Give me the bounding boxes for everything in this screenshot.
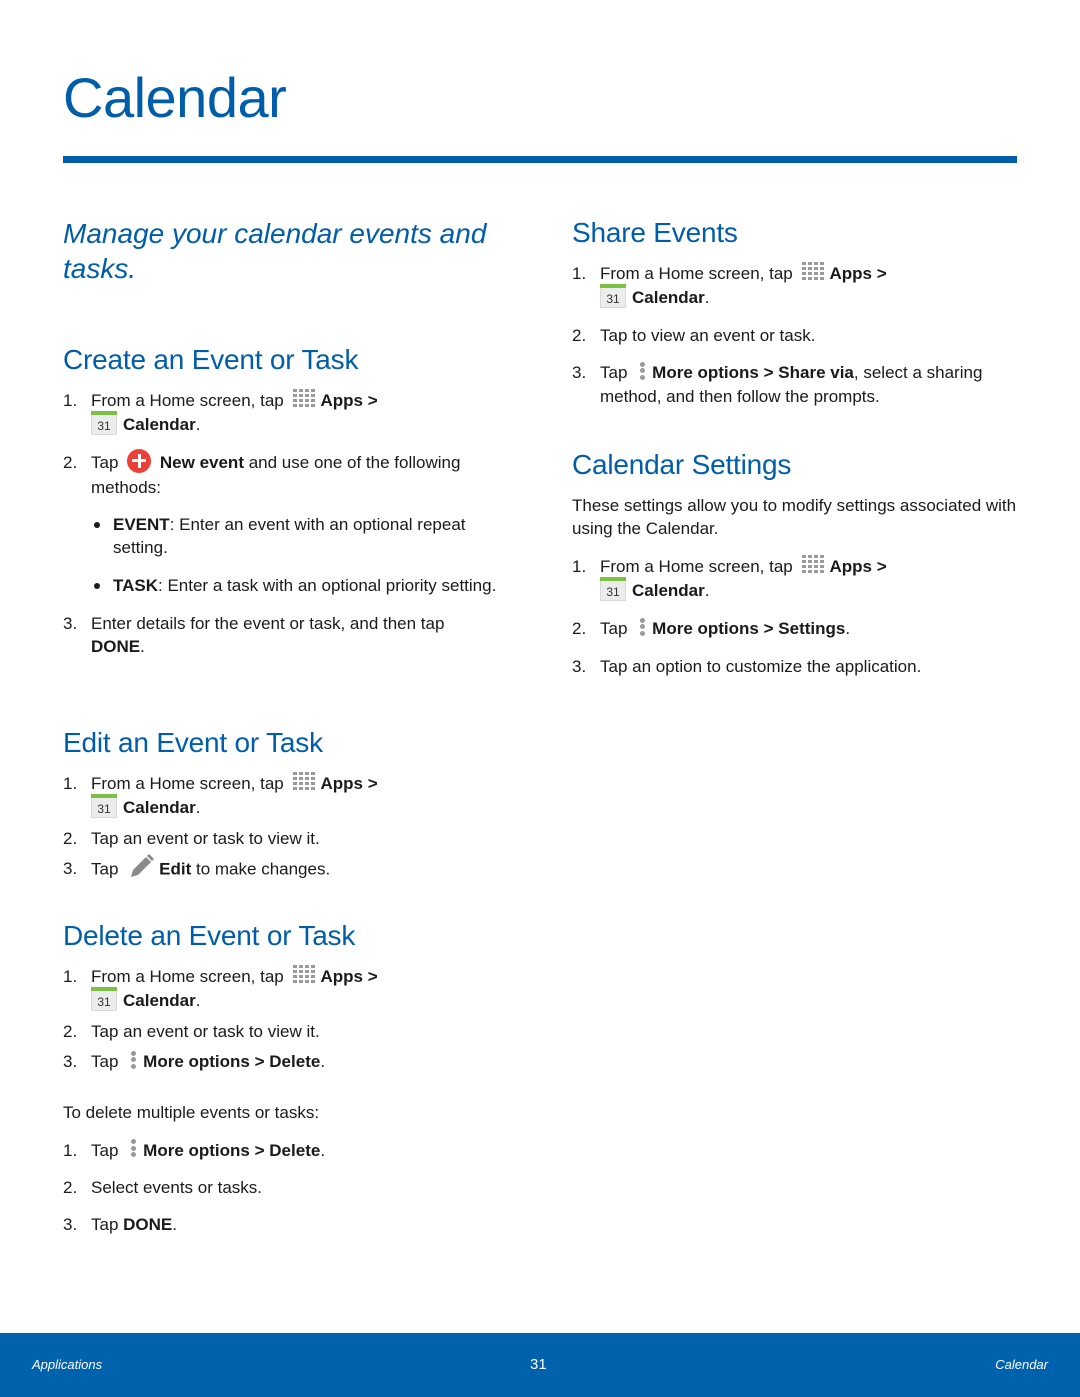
step-item: 3. Tap More options > Delete. (63, 1050, 513, 1074)
section-heading: Delete an Event or Task (63, 920, 356, 951)
step-item: 2. Tap New event and use one of the foll… (63, 448, 513, 597)
method-bullets: EVENT: Enter an event with an optional r… (91, 513, 513, 597)
bullet-item: TASK: Enter a task with an optional prio… (91, 574, 513, 597)
step-item: 3. Tap Edit to make changes. (63, 854, 513, 883)
section-heading: Edit an Event or Task (63, 727, 323, 758)
apps-grid-icon (801, 553, 825, 575)
steps-list: 1. From a Home screen, tap Apps > 31 Cale… (572, 553, 1022, 678)
apps-grid-icon (292, 387, 316, 409)
settings-intro: These settings allow you to modify setti… (572, 496, 1017, 538)
apps-grid-icon (292, 963, 316, 985)
page-intro: Manage your calendar events and tasks. (63, 218, 487, 284)
step-item: 2. Tap to view an event or task. (572, 326, 816, 346)
step-item: 2. Tap an event or task to view it. (63, 1022, 320, 1042)
section-heading: Create an Event or Task (63, 344, 359, 375)
multi-delete-steps: 1. Tap More options > Delete. 2. Select … (63, 1139, 513, 1237)
section-create-event: Create an Event or Task 1. From a Home s… (63, 343, 513, 672)
pencil-edit-icon (127, 853, 155, 879)
step-item: 1. From a Home screen, tap Apps > 31 Cale… (63, 387, 513, 437)
section-delete-event: Delete an Event or Task 1. From a Home s… (63, 919, 513, 1250)
step-item: 3. Enter details for the event or task, … (63, 613, 445, 656)
more-options-icon (636, 616, 648, 638)
step-item: 2. Tap an event or task to view it. (63, 829, 320, 849)
footer-section: Calendar (995, 1357, 1048, 1372)
title-divider (63, 156, 1017, 163)
step-item: 2. Tap More options > Settings. (572, 617, 1022, 641)
calendar-31-icon: 31 (600, 577, 626, 602)
more-options-icon (127, 1049, 139, 1071)
section-heading: Calendar Settings (572, 449, 792, 480)
calendar-31-icon: 31 (91, 987, 117, 1012)
step-item: 1. From a Home screen, tap Apps > 31 Cale… (572, 260, 1022, 310)
step-item: 3. Tap DONE. (63, 1215, 178, 1235)
footer-chapter: Applications (32, 1357, 103, 1372)
multi-delete-intro: To delete multiple events or tasks: (63, 1102, 320, 1122)
steps-list: 1. From a Home screen, tap Apps > 31 Cale… (63, 963, 513, 1074)
step-item: 1. Tap More options > Delete. (63, 1139, 513, 1163)
section-edit-event: Edit an Event or Task 1. From a Home scr… (63, 726, 513, 890)
steps-list: 1. From a Home screen, tap Apps > 31 Cale… (572, 260, 1022, 408)
step-item: 1. From a Home screen, tap Apps > 31 Cale… (63, 770, 513, 820)
calendar-31-icon: 31 (600, 284, 626, 309)
step-item: 1. From a Home screen, tap Apps > 31 Cale… (63, 963, 513, 1013)
step-item: 3. Tap More options > Share via, select … (572, 361, 1022, 408)
page-title: Calendar (63, 66, 287, 129)
step-item: 3. Tap an option to customize the applic… (572, 656, 922, 676)
apps-grid-icon (801, 260, 825, 282)
more-options-icon (127, 1137, 139, 1159)
section-heading: Share Events (572, 217, 738, 248)
calendar-31-icon: 31 (91, 411, 117, 436)
step-item: 2. Select events or tasks. (63, 1178, 263, 1198)
section-calendar-settings: Calendar Settings These settings allow y… (572, 448, 1022, 692)
step-item: 1. From a Home screen, tap Apps > 31 Cale… (572, 553, 1022, 603)
steps-list: 1. From a Home screen, tap Apps > 31 Cale… (63, 770, 513, 883)
steps-list: 1. From a Home screen, tap Apps > 31 Cale… (63, 387, 513, 658)
bullet-item: EVENT: Enter an event with an optional r… (91, 513, 513, 559)
page-footer: Applications 31 Calendar (0, 1333, 1080, 1397)
apps-grid-icon (292, 770, 316, 792)
section-share-events: Share Events 1. From a Home screen, tap … (572, 216, 1022, 422)
plus-circle-icon (127, 448, 152, 473)
footer-page-number: 31 (530, 1356, 547, 1373)
calendar-31-icon: 31 (91, 794, 117, 819)
more-options-icon (636, 360, 648, 382)
